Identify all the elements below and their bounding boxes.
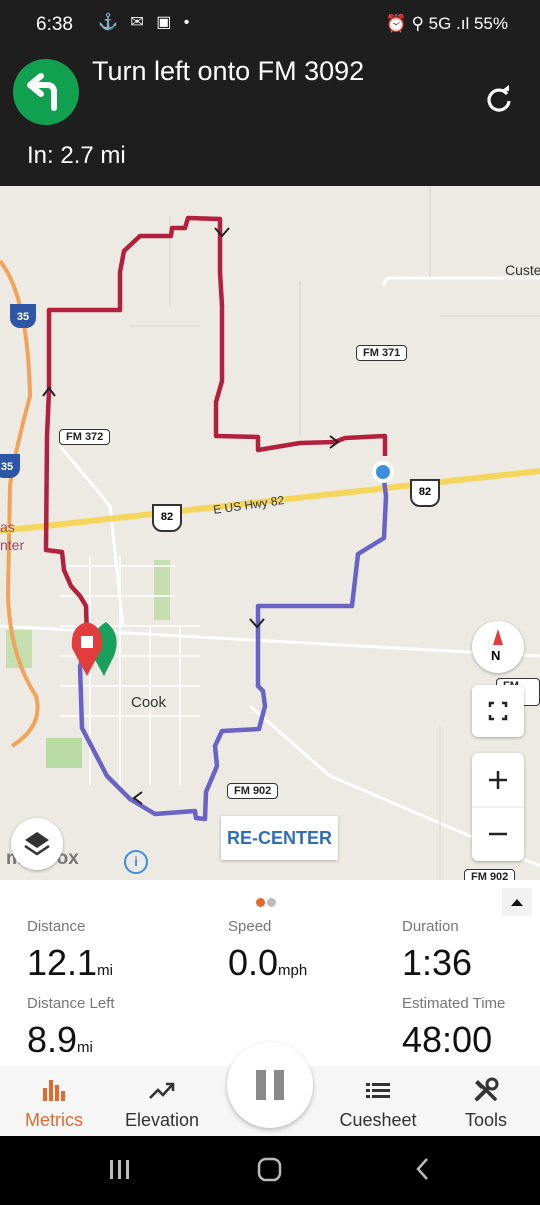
zoom-control <box>472 753 524 861</box>
status-bar: 6:38 ⚓ ✉ ▣ • ⏰ ⚲ 5G .ıl 55% <box>0 0 540 46</box>
recenter-button[interactable]: RE-CENTER <box>221 816 338 860</box>
recent-apps-icon[interactable] <box>110 1160 129 1179</box>
tab-label: Cuesheet <box>339 1110 417 1130</box>
metric-value-estimated-time: 48:00 <box>402 1019 493 1060</box>
metric-label-duration: Duration <box>402 918 459 935</box>
refresh-icon[interactable] <box>484 84 514 114</box>
notification-icons: ⚓ ✉ ▣ • <box>98 14 194 31</box>
compass-label: N <box>491 648 501 663</box>
trend-icon <box>149 1082 175 1099</box>
turn-instruction: Turn left onto FM 3092 <box>92 56 365 86</box>
home-icon[interactable] <box>257 1157 282 1182</box>
metric-value-distance-left: 8.9mi <box>27 1019 93 1060</box>
map-view[interactable]: FM 371 FM 372 FM 902 FM 902 FM 678 35 35… <box>0 186 540 880</box>
metric-value-distance: 12.1mi <box>27 942 113 983</box>
bar-chart-icon <box>43 1080 65 1101</box>
layers-icon <box>24 832 50 856</box>
tab-cuesheet[interactable]: Cuesheet <box>324 1066 432 1136</box>
turn-left-icon <box>13 59 79 125</box>
compass-icon <box>493 629 503 645</box>
zoom-out-button[interactable] <box>472 807 524 861</box>
pause-button[interactable] <box>227 1042 313 1128</box>
place-name-partial: as <box>0 519 15 535</box>
layers-button[interactable] <box>11 818 63 870</box>
caret-up-icon <box>511 899 523 906</box>
road-label-fm902: FM 902 <box>227 783 279 799</box>
system-navigation-bar <box>0 1136 540 1200</box>
tab-tools[interactable]: Tools <box>432 1066 540 1136</box>
interstate-shield: 35 <box>0 454 20 478</box>
place-name-custer: Custe <box>505 262 540 278</box>
distance-to-turn: In: 2.7 mi <box>27 142 126 169</box>
metric-label-distance-left: Distance Left <box>27 995 115 1012</box>
plus-icon <box>489 771 507 789</box>
metric-value-duration: 1:36 <box>402 942 473 983</box>
page-indicator <box>256 894 278 912</box>
us-highway-shield: 82 <box>152 504 182 532</box>
info-icon[interactable]: i <box>124 850 148 874</box>
tab-metrics[interactable]: Metrics <box>0 1066 108 1136</box>
navigation-header: Turn left onto FM 3092 In: 2.7 mi <box>0 46 540 186</box>
road-label-fm902-edge: FM 902 <box>464 869 516 880</box>
metric-label-estimated-time: Estimated Time <box>402 995 506 1012</box>
town-name-cook: Cook <box>131 694 167 711</box>
status-time: 6:38 <box>36 14 73 35</box>
tools-icon <box>475 1077 499 1101</box>
minus-icon <box>489 832 507 836</box>
map-canvas <box>0 186 540 880</box>
road-label-fm371: FM 371 <box>356 345 408 361</box>
metric-value-speed: 0.0mph <box>228 942 308 983</box>
tab-elevation[interactable]: Elevation <box>108 1066 216 1136</box>
compass-button[interactable]: N <box>472 621 524 673</box>
metrics-panel: Distance 12.1mi Speed 0.0mph Duration 1:… <box>0 880 540 1066</box>
metric-label-speed: Speed <box>228 918 272 935</box>
system-status: ⏰ ⚲ 5G .ıl 55% <box>385 14 508 33</box>
interstate-shield: 35 <box>10 304 36 328</box>
fullscreen-icon <box>488 701 508 721</box>
fullscreen-button[interactable] <box>472 685 524 737</box>
tab-label: Metrics <box>25 1110 83 1130</box>
collapse-button[interactable] <box>502 888 532 916</box>
pause-icon <box>256 1070 284 1100</box>
list-icon <box>366 1083 390 1098</box>
place-name-partial: nter <box>0 537 25 553</box>
us-highway-shield: 82 <box>410 479 440 507</box>
back-icon[interactable] <box>416 1158 428 1180</box>
tab-label: Elevation <box>124 1110 200 1130</box>
road-label-fm372: FM 372 <box>59 429 111 445</box>
metric-label-distance: Distance <box>27 918 86 935</box>
zoom-in-button[interactable] <box>472 753 524 807</box>
tab-label: Tools <box>464 1110 508 1130</box>
